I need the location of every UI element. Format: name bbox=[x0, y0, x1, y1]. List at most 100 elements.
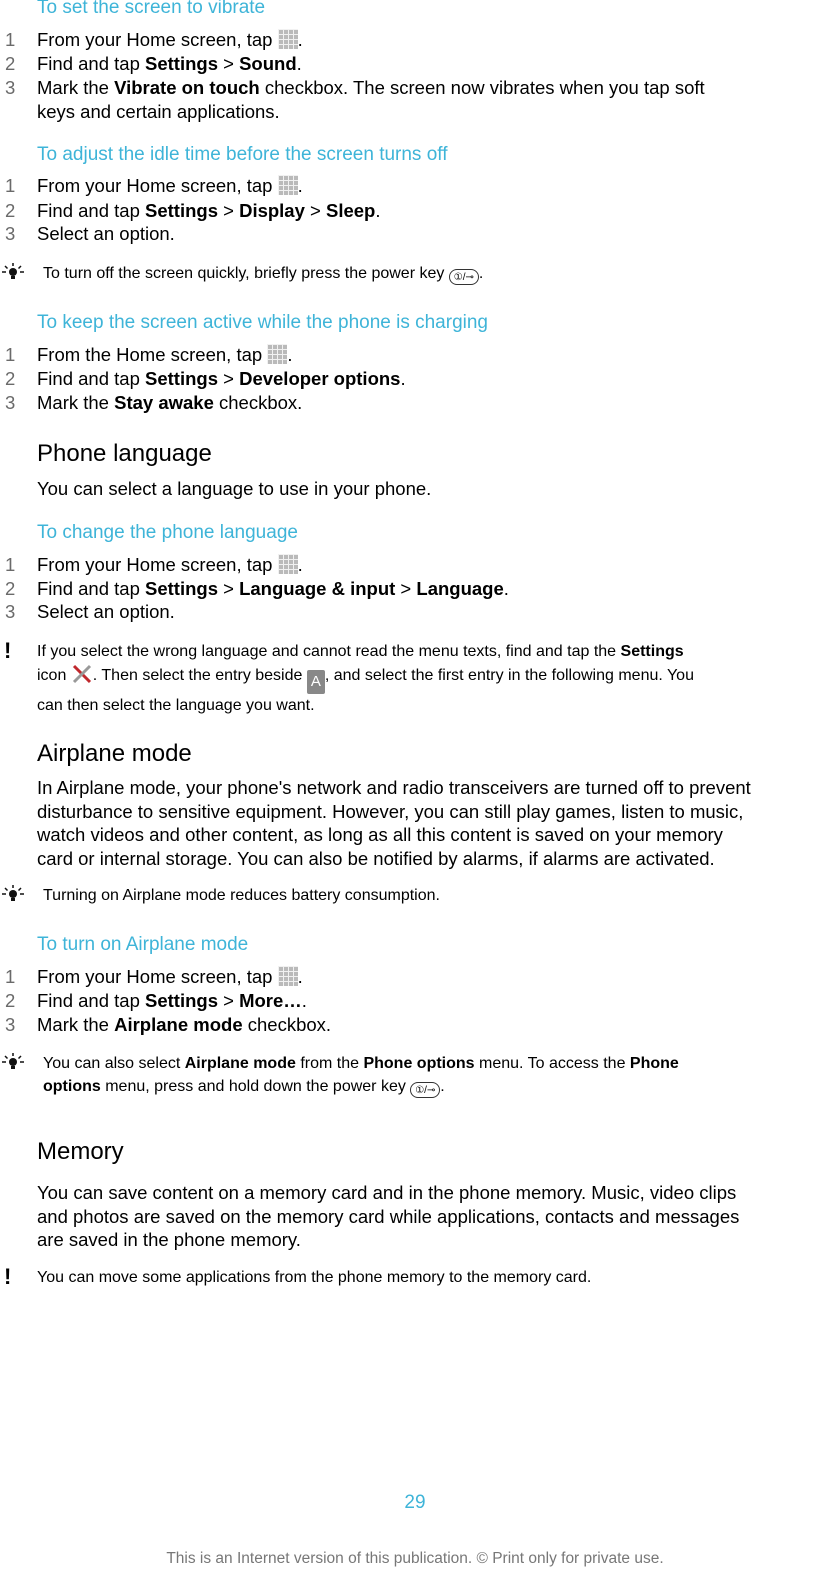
menu-term: Settings bbox=[145, 53, 218, 74]
separator: > bbox=[217, 53, 240, 74]
tip-text: . bbox=[478, 265, 484, 282]
separator: > bbox=[217, 578, 240, 599]
separator: > bbox=[217, 200, 240, 221]
menu-term: Settings bbox=[145, 200, 218, 221]
step-text: . bbox=[297, 966, 303, 987]
apps-grid-icon bbox=[277, 966, 298, 986]
note-text: can then select the language you want. bbox=[37, 697, 315, 714]
step-text: . bbox=[400, 368, 406, 389]
menu-term: Airplane mode bbox=[114, 1014, 243, 1035]
tip-text: To turn off the screen quickly, briefly … bbox=[43, 265, 449, 282]
step-text: Select an option. bbox=[37, 223, 175, 244]
step-text: Mark the bbox=[37, 392, 115, 413]
heading-memory: Memory bbox=[37, 1138, 124, 1165]
note-text: You can move some applications from the … bbox=[37, 1269, 592, 1286]
separator: > bbox=[217, 368, 240, 389]
step-text: keys and certain applications. bbox=[37, 101, 280, 122]
lightbulb-icon bbox=[2, 263, 24, 279]
menu-term: options bbox=[43, 1078, 101, 1095]
apps-grid-icon bbox=[277, 175, 298, 195]
step-number: 3 bbox=[5, 1014, 16, 1035]
step-text: From your Home screen, tap bbox=[37, 175, 278, 196]
menu-term: Vibrate on touch bbox=[114, 77, 260, 98]
separator: > bbox=[217, 990, 240, 1011]
lightbulb-icon bbox=[2, 885, 24, 901]
tip-text: menu, press and hold down the power key bbox=[100, 1078, 411, 1095]
paragraph-line: You can save content on a memory card an… bbox=[37, 1182, 737, 1203]
subheading-turn-on-airplane: To turn on Airplane mode bbox=[37, 934, 249, 955]
menu-term: Display bbox=[239, 200, 305, 221]
step-text: . bbox=[297, 175, 303, 196]
step-text: . bbox=[375, 200, 381, 221]
menu-term: Settings bbox=[145, 368, 218, 389]
paragraph-line: card or internal storage. You can also b… bbox=[37, 847, 715, 869]
subheading-idle: To adjust the idle time before the scree… bbox=[37, 144, 448, 165]
paragraph: In Airplane mode, your phone's network a… bbox=[37, 776, 820, 870]
subheading-charging: To keep the screen active while the phon… bbox=[37, 312, 488, 333]
settings-tools-icon bbox=[72, 664, 91, 684]
menu-term: More… bbox=[239, 990, 302, 1011]
step-number: 3 bbox=[5, 601, 16, 622]
step-text: Select an option. bbox=[37, 601, 175, 622]
step-number: 2 bbox=[5, 578, 16, 599]
tip-text: from the bbox=[295, 1055, 364, 1072]
menu-term: Settings bbox=[145, 990, 218, 1011]
menu-term: Airplane mode bbox=[184, 1055, 296, 1072]
menu-term: Developer options bbox=[239, 368, 401, 389]
tip-text: menu. To access the bbox=[474, 1055, 630, 1072]
apps-grid-icon bbox=[277, 554, 298, 574]
footer-notice: This is an Internet version of this publ… bbox=[166, 1550, 664, 1567]
menu-term: Sleep bbox=[325, 200, 376, 221]
paragraph: You can select a language to use in your… bbox=[37, 478, 432, 499]
step-text: Find and tap bbox=[37, 53, 145, 74]
heading-phone-language: Phone language bbox=[37, 440, 212, 467]
menu-term: Sound bbox=[239, 53, 297, 74]
paragraph-line: disturbance to sensitive equipment. Howe… bbox=[37, 800, 744, 822]
note-text: icon bbox=[37, 667, 71, 684]
menu-term: Settings bbox=[145, 578, 218, 599]
power-key-icon: ①/⊸ bbox=[448, 269, 479, 285]
step-text: Mark the bbox=[37, 1014, 115, 1035]
note-text: . Then select the entry beside bbox=[92, 667, 307, 684]
step-number: 2 bbox=[5, 53, 16, 74]
step-text: checkbox. The screen now vibrates when y… bbox=[259, 77, 705, 98]
step-text: . bbox=[297, 554, 303, 575]
step-text: checkbox. bbox=[213, 392, 303, 413]
tip-text: You can also select bbox=[43, 1055, 185, 1072]
subheading-vibrate: To set the screen to vibrate bbox=[37, 0, 266, 18]
exclamation-icon: ! bbox=[4, 638, 12, 663]
step-number: 3 bbox=[5, 77, 16, 98]
step-text: . bbox=[297, 29, 303, 50]
step-text: Find and tap bbox=[37, 990, 145, 1011]
paragraph: You can save content on a memory card an… bbox=[37, 1181, 820, 1252]
menu-term: Settings bbox=[620, 643, 684, 660]
heading-airplane-mode: Airplane mode bbox=[37, 740, 192, 767]
menu-term: Phone bbox=[629, 1055, 679, 1072]
step-text: Find and tap bbox=[37, 200, 145, 221]
step-number: 3 bbox=[5, 392, 16, 413]
step-text: . bbox=[287, 344, 293, 365]
step-text: . bbox=[296, 53, 302, 74]
power-key-icon: ①/⊸ bbox=[410, 1082, 441, 1098]
step-text: Find and tap bbox=[37, 368, 145, 389]
step-number: 3 bbox=[5, 223, 16, 244]
separator: > bbox=[304, 200, 326, 221]
subheading-change-language: To change the phone language bbox=[37, 522, 298, 543]
step-number: 2 bbox=[5, 200, 16, 221]
step-text: Mark the bbox=[37, 77, 115, 98]
step-text: checkbox. bbox=[242, 1014, 332, 1035]
step-number: 1 bbox=[5, 29, 16, 50]
step-text: Find and tap bbox=[37, 578, 145, 599]
step-text: From your Home screen, tap bbox=[37, 966, 278, 987]
tip-text: Turning on Airplane mode reduces battery… bbox=[43, 887, 440, 904]
step-text: From your Home screen, tap bbox=[37, 554, 278, 575]
paragraph-line: are saved in the phone memory. bbox=[37, 1229, 301, 1250]
menu-term: Language & input bbox=[239, 578, 396, 599]
separator: > bbox=[395, 578, 417, 599]
exclamation-icon: ! bbox=[4, 1264, 12, 1289]
step-number: 2 bbox=[5, 368, 16, 389]
step-number: 1 bbox=[5, 966, 16, 987]
step-text: . bbox=[301, 990, 307, 1011]
menu-term: Language bbox=[416, 578, 504, 599]
step-text: . bbox=[503, 578, 509, 599]
